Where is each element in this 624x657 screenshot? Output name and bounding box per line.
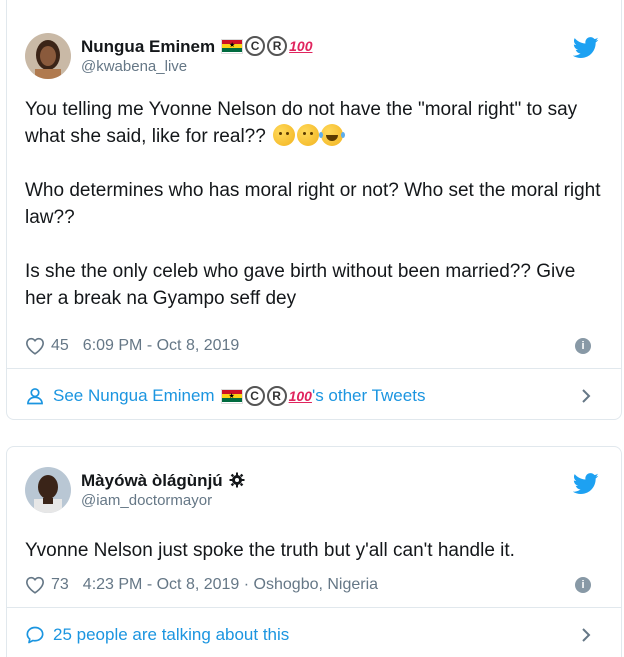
twitter-bird-icon[interactable] bbox=[573, 37, 599, 59]
tweet-card: Màyówà òlágùnjú @iam_doctormayor Yvonne … bbox=[6, 446, 622, 657]
tweet-card: Nungua Eminem ★ C R 100 @kwabena_live Yo… bbox=[6, 0, 622, 420]
handle[interactable]: @kwabena_live bbox=[81, 57, 312, 77]
tweet-paragraph: Who determines who has moral right or no… bbox=[25, 180, 606, 228]
settings-gear-icon bbox=[229, 472, 245, 488]
ghana-flag-icon: ★ bbox=[220, 388, 243, 404]
tweet-body: You telling me Yvonne Nelson do not have… bbox=[25, 96, 605, 312]
copyright-icon: C bbox=[244, 386, 265, 406]
see-other-tweets-link[interactable]: See Nungua Eminem ★ C R 100 's other Twe… bbox=[25, 386, 603, 406]
handle[interactable]: @iam_doctormayor bbox=[81, 491, 245, 511]
timestamp[interactable]: 6:09 PM - Oct 8, 2019 bbox=[83, 337, 240, 355]
location[interactable]: · Oshogbo, Nigeria bbox=[239, 576, 378, 594]
speech-bubble-icon bbox=[26, 626, 44, 644]
person-icon bbox=[27, 388, 43, 405]
display-name-text[interactable]: Màyówà òlágùnjú bbox=[81, 470, 223, 491]
tears-of-joy-icon bbox=[319, 124, 344, 146]
tweet-body: Yvonne Nelson just spoke the truth but y… bbox=[25, 537, 605, 564]
avatar[interactable] bbox=[25, 33, 71, 79]
chevron-right-icon[interactable] bbox=[579, 389, 593, 403]
tweet-meta: 45 6:09 PM - Oct 8, 2019 i bbox=[25, 337, 603, 355]
display-name[interactable]: Nungua Eminem ★ C R 100 bbox=[81, 36, 312, 57]
info-icon[interactable]: i bbox=[575, 577, 591, 593]
tweet-meta: 73 4:23 PM - Oct 8, 2019 · Oshogbo, Nige… bbox=[25, 576, 603, 594]
thinking-face-icon bbox=[273, 124, 296, 146]
tweet-paragraph: You telling me Yvonne Nelson do not have… bbox=[25, 96, 605, 150]
display-name-text[interactable]: Nungua Eminem bbox=[81, 36, 215, 57]
display-name[interactable]: Màyówà òlágùnjú bbox=[81, 470, 245, 491]
like-count[interactable]: 73 bbox=[51, 576, 69, 594]
hundred-points-icon: 100 bbox=[289, 38, 313, 54]
hundred-points-icon: 100 bbox=[288, 388, 312, 404]
heart-icon[interactable] bbox=[25, 337, 45, 355]
tweet-header[interactable]: Nungua Eminem ★ C R 100 @kwabena_live bbox=[25, 33, 312, 79]
divider bbox=[7, 607, 621, 608]
thinking-face-icon bbox=[297, 124, 320, 146]
tweet-paragraph: Is she the only celeb who gave birth wit… bbox=[25, 261, 581, 309]
footer-link-text[interactable]: 25 people are talking about this bbox=[53, 625, 289, 645]
conversation-link[interactable]: 25 people are talking about this bbox=[25, 625, 603, 645]
twitter-bird-icon[interactable] bbox=[573, 473, 599, 495]
footer-link-suffix[interactable]: 's other Tweets bbox=[312, 386, 426, 406]
heart-icon[interactable] bbox=[25, 576, 45, 594]
timestamp[interactable]: 4:23 PM - Oct 8, 2019 bbox=[83, 576, 240, 594]
avatar[interactable] bbox=[25, 467, 71, 513]
like-count[interactable]: 45 bbox=[51, 337, 69, 355]
divider bbox=[7, 368, 621, 369]
tweet-header[interactable]: Màyówà òlágùnjú @iam_doctormayor bbox=[25, 467, 245, 513]
info-icon[interactable]: i bbox=[575, 338, 591, 354]
registered-icon: R bbox=[267, 36, 288, 56]
registered-icon: R bbox=[266, 386, 287, 406]
tweet-paragraph: Yvonne Nelson just spoke the truth but y… bbox=[25, 540, 515, 561]
ghana-flag-icon: ★ bbox=[221, 38, 244, 54]
footer-link-text[interactable]: See Nungua Eminem bbox=[53, 386, 215, 406]
copyright-icon: C bbox=[245, 36, 266, 56]
chevron-right-icon[interactable] bbox=[579, 628, 593, 642]
